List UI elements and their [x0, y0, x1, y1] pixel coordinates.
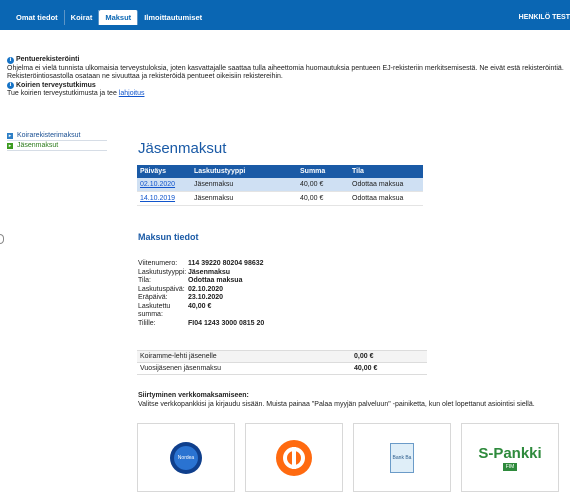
detail-label: Tila: — [138, 277, 151, 284]
op-symbol-icon — [283, 446, 305, 469]
row-type: Jäsenmaksu — [191, 191, 297, 206]
page-title: Jäsenmaksut — [138, 140, 227, 157]
fee-label: Vuosijäsenen jäsenmaksu — [137, 362, 351, 375]
bank-button-op[interactable] — [245, 423, 343, 492]
online-payment-instructions: Siirtyminen verkkomaksamiseen: Valitse v… — [138, 392, 570, 409]
row-date-link[interactable]: 02.10.2020 — [137, 178, 191, 192]
detail-value: 23.10.2020 — [188, 294, 224, 301]
notice-title-litter: i Pentuerekisteröinti — [7, 56, 567, 65]
chevron-right-icon: ▸ — [7, 142, 13, 149]
detail-value: 114 39220 80204 98632 — [188, 260, 264, 267]
detail-row: Viitenumero: 114 39220 80204 98632 — [138, 260, 264, 269]
detail-row: Tila: Odottaa maksua — [138, 277, 264, 286]
detail-label: Tilille: — [138, 319, 156, 327]
payment-details: Viitenumero: 114 39220 80204 98632 Laskut… — [138, 260, 264, 328]
notice-title-text: Pentuerekisteröinti — [16, 56, 80, 63]
nordea-label: Nordea — [174, 445, 198, 470]
bank-button-s-pankki[interactable]: S-Pankki FIM — [461, 423, 559, 492]
notice-text: Ohjelma ei vielä tunnista ulkomaisia ter… — [7, 64, 564, 81]
row-amount: 40,00 € — [297, 191, 349, 206]
nordea-logo-icon: Nordea — [170, 441, 202, 474]
row-date-link[interactable]: 14.10.2019 — [137, 191, 191, 206]
top-navigation-bar: Omat tiedot Koirat Maksut Ilmoittautumis… — [0, 0, 570, 30]
payments-table: Päiväys Laskutustyyppi Summa Tila 02.10.… — [137, 165, 423, 206]
detail-label: Laskutettu summa: — [138, 302, 171, 319]
user-name[interactable]: HENKILÖ TEST — [519, 14, 570, 21]
table-header-row: Päiväys Laskutustyyppi Summa Tila — [137, 165, 423, 178]
detail-row: Laskutuspäivä: 02.10.2020 — [138, 286, 264, 295]
detail-row: Laskutettu summa: 40,00 € — [138, 303, 264, 320]
detail-row: Laskutustyyppi: Jäsenmaksu — [138, 269, 264, 278]
bank-button-aktia[interactable]: Bank Ba — [353, 423, 451, 492]
detail-label: Laskutustyyppi: — [138, 268, 187, 276]
detail-label: Eräpäivä: — [138, 294, 168, 301]
sidebar-menu: ▸ Koirarekisterimaksut ▸ Jäsenmaksut — [7, 131, 107, 151]
scroll-handle[interactable] — [0, 234, 4, 244]
sidebar-item-jasenmaksut[interactable]: ▸ Jäsenmaksut — [7, 141, 107, 151]
table-row[interactable]: 14.10.2019 Jäsenmaksu 40,00 € Odottaa ma… — [137, 191, 423, 206]
bank-selection: Nordea Bank Ba S-Pankki FIM — [137, 423, 559, 492]
s-pankki-name: S-Pankki — [478, 444, 542, 462]
row-amount: 40,00 € — [297, 178, 349, 192]
notice-title-text: Koirien terveystutkimus — [16, 81, 96, 89]
detail-label: Laskutuspäivä: — [138, 285, 185, 293]
fee-summary-table: Koiramme-lehti jäsenelle 0,00 € Vuosijäs… — [137, 350, 427, 375]
sidebar-item-label: Jäsenmaksut — [17, 142, 59, 149]
s-pankki-tag: FIM — [502, 462, 518, 471]
notice-donation-text: Tue koirien terveystutkimusta ja tee lah… — [7, 90, 567, 99]
online-payment-text: Valitse verkkopankkisi ja kirjaudu sisää… — [138, 400, 535, 408]
row-status: Odottaa maksua — [349, 178, 423, 192]
notice-title-health: i Koirien terveystutkimus — [7, 82, 567, 91]
aktia-logo-icon: Bank Ba — [390, 442, 414, 473]
tab-omat-tiedot[interactable]: Omat tiedot — [10, 10, 65, 25]
donation-link[interactable]: lahjoitus — [119, 90, 145, 97]
notice-box: i Pentuerekisteröinti Ohjelma ei vielä t… — [7, 56, 567, 99]
tab-koirat[interactable]: Koirat — [65, 10, 100, 25]
row-status: Odottaa maksua — [349, 191, 423, 206]
payment-details-title: Maksun tiedot — [138, 232, 199, 242]
column-header-type[interactable]: Laskutustyyppi — [191, 165, 297, 178]
chevron-right-icon: ▸ — [7, 132, 13, 139]
detail-value: FI04 1243 3000 0815 20 — [188, 319, 265, 327]
detail-value: 02.10.2020 — [188, 285, 224, 293]
bank-button-nordea[interactable]: Nordea — [137, 423, 235, 492]
detail-row: Eräpäivä: 23.10.2020 — [138, 294, 264, 303]
table-row[interactable]: 02.10.2020 Jäsenmaksu 40,00 € Odottaa ma… — [137, 178, 423, 192]
op-logo-icon — [276, 439, 312, 476]
table-row: Koiramme-lehti jäsenelle 0,00 € — [137, 350, 427, 363]
detail-label: Viitenumero: — [138, 260, 178, 267]
column-header-amount[interactable]: Summa — [297, 165, 349, 178]
fee-amount: 0,00 € — [351, 350, 427, 363]
s-pankki-logo-icon: S-Pankki FIM — [478, 444, 542, 471]
fee-amount: 40,00 € — [351, 362, 427, 375]
column-header-date[interactable]: Päiväys — [137, 165, 191, 178]
sidebar-item-label: Koirarekisterimaksut — [17, 132, 81, 139]
detail-row: Tilille: FI04 1243 3000 0815 20 — [138, 320, 264, 329]
table-row: Vuosijäsenen jäsenmaksu 40,00 € — [137, 362, 427, 375]
row-type: Jäsenmaksu — [191, 178, 297, 192]
column-header-status[interactable]: Tila — [349, 165, 423, 178]
detail-value: Jäsenmaksu — [188, 268, 231, 276]
detail-value: 40,00 € — [188, 302, 212, 310]
tab-maksut[interactable]: Maksut — [99, 10, 139, 25]
tab-ilmoittautumiset[interactable]: Ilmoittautumiset — [138, 10, 208, 25]
fee-label: Koiramme-lehti jäsenelle — [137, 350, 351, 363]
detail-value: Odottaa maksua — [188, 277, 243, 284]
online-payment-title: Siirtyminen verkkomaksamiseen: — [138, 392, 249, 399]
donation-prefix: Tue koirien terveystutkimusta ja tee — [7, 90, 117, 97]
main-nav: Omat tiedot Koirat Maksut Ilmoittautumis… — [10, 10, 208, 25]
info-icon: i — [7, 82, 14, 90]
info-icon: i — [7, 56, 14, 64]
sidebar-item-koirarekisterimaksut[interactable]: ▸ Koirarekisterimaksut — [7, 131, 107, 141]
